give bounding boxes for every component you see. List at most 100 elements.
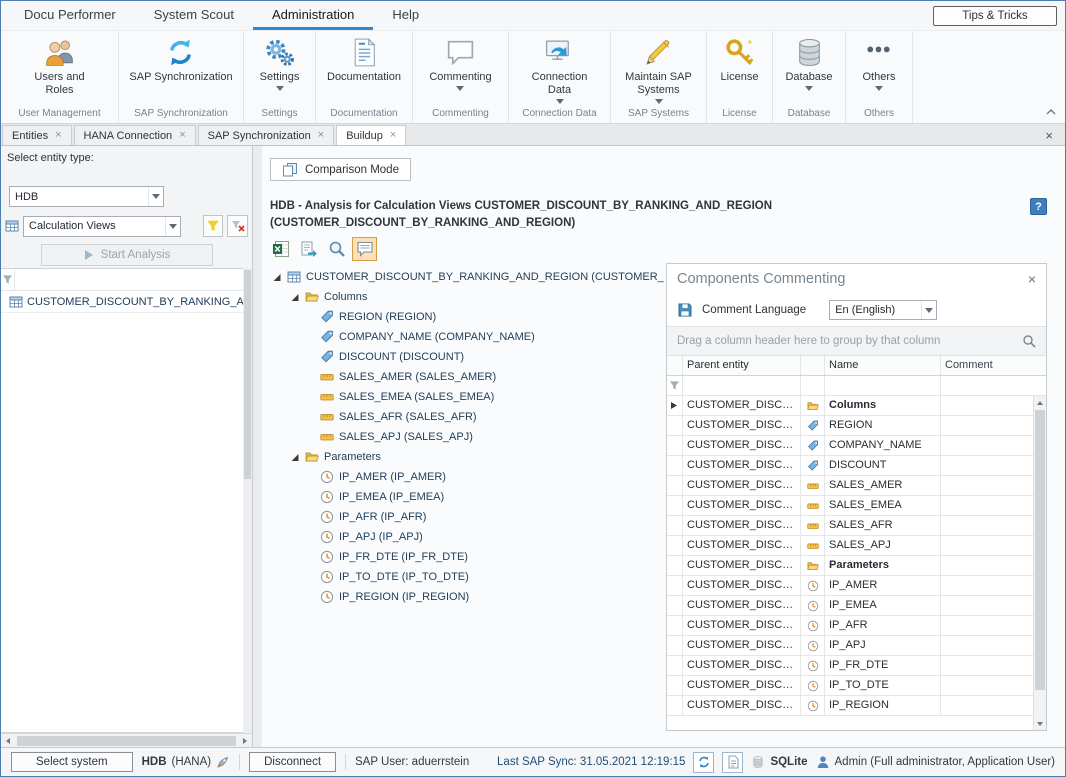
commenting-button[interactable]: Commenting bbox=[425, 34, 495, 107]
vscrollbar-thumb[interactable] bbox=[1035, 410, 1045, 690]
table-row[interactable]: CUSTOMER_DISCOUNT_BY_RANKING_AND_REGION … bbox=[667, 556, 1046, 576]
tree-item-sales-amer[interactable]: SALES_AMER (SALES_AMER) bbox=[268, 367, 664, 387]
table-row[interactable]: CUSTOMER_DISCOUNT_BY_RANKING_AND_REGION … bbox=[667, 676, 1046, 696]
users-and-roles-button[interactable]: Users and Roles bbox=[20, 34, 100, 107]
tab-hana-connection[interactable]: HANA Connection × bbox=[74, 125, 196, 145]
commenting-toggle-button[interactable] bbox=[352, 237, 377, 261]
vscrollbar-thumb[interactable] bbox=[244, 270, 251, 479]
collapse-ribbon-icon[interactable] bbox=[1044, 106, 1058, 118]
tab-buildup[interactable]: Buildup × bbox=[336, 125, 406, 145]
tab-close-icon[interactable]: × bbox=[179, 130, 185, 141]
comment-cell[interactable] bbox=[941, 656, 1046, 675]
table-row[interactable]: CUSTOMER_DISCOUNT_BY_RANKING_AND_REGION … bbox=[667, 416, 1046, 436]
table-vscrollbar[interactable] bbox=[1033, 396, 1046, 730]
tree-item-ip-apj[interactable]: IP_APJ (IP_APJ) bbox=[268, 527, 664, 547]
table-row[interactable]: CUSTOMER_DISCOUNT_BY_RANKING_AND_REGION … bbox=[667, 696, 1046, 716]
disconnect-button[interactable]: Disconnect bbox=[249, 752, 336, 772]
column-header-comment[interactable]: Comment bbox=[941, 356, 1046, 375]
entity-grid-filter-row[interactable] bbox=[1, 269, 243, 291]
maintain-sap-systems-button[interactable]: Maintain SAP Systems bbox=[615, 34, 703, 107]
comment-cell[interactable] bbox=[941, 616, 1046, 635]
table-row[interactable]: CUSTOMER_DISCOUNT_BY_RANKING_AND_REGION … bbox=[667, 476, 1046, 496]
table-row[interactable]: CUSTOMER_DISCOUNT_BY_RANKING_AND_REGION … bbox=[667, 516, 1046, 536]
hscrollbar-thumb[interactable] bbox=[17, 736, 236, 746]
system-select[interactable]: HDB bbox=[9, 186, 164, 207]
tree-item-region[interactable]: REGION (REGION) bbox=[268, 307, 664, 327]
entity-grid-vscrollbar[interactable] bbox=[243, 268, 252, 733]
documentation-button[interactable]: Documentation bbox=[323, 34, 405, 107]
start-analysis-button[interactable]: Start Analysis bbox=[41, 244, 213, 266]
tab-close-icon[interactable]: × bbox=[318, 130, 324, 141]
expander-expanded-icon[interactable] bbox=[272, 273, 282, 282]
filter-cell[interactable] bbox=[825, 376, 941, 395]
tabbar-close-icon[interactable]: × bbox=[1045, 129, 1053, 142]
tree-folder-columns[interactable]: Columns bbox=[268, 287, 664, 307]
settings-button[interactable]: Settings bbox=[256, 34, 304, 107]
menu-administration[interactable]: Administration bbox=[253, 1, 373, 30]
tree-item-discount[interactable]: DISCOUNT (DISCOUNT) bbox=[268, 347, 664, 367]
tree-item-sales-apj[interactable]: SALES_APJ (SALES_APJ) bbox=[268, 427, 664, 447]
filter-cell[interactable] bbox=[683, 376, 801, 395]
menu-help[interactable]: Help bbox=[373, 1, 438, 30]
export-button[interactable] bbox=[296, 237, 321, 261]
group-by-bar[interactable]: Drag a column header here to group by th… bbox=[667, 326, 1046, 356]
scroll-right-icon[interactable] bbox=[238, 734, 252, 748]
zoom-button[interactable] bbox=[324, 237, 349, 261]
tree-item-ip-fr-dte[interactable]: IP_FR_DTE (IP_FR_DTE) bbox=[268, 547, 664, 567]
table-row[interactable]: CUSTOMER_DISCOUNT_BY_RANKING_AND_REGION … bbox=[667, 616, 1046, 636]
scroll-left-icon[interactable] bbox=[1, 734, 15, 748]
comment-cell[interactable] bbox=[941, 516, 1046, 535]
tree-item-ip-afr[interactable]: IP_AFR (IP_AFR) bbox=[268, 507, 664, 527]
save-icon[interactable] bbox=[677, 302, 693, 318]
export-excel-button[interactable] bbox=[268, 237, 293, 261]
entity-row[interactable]: CUSTOMER_DISCOUNT_BY_RANKING_AND_REGION bbox=[1, 291, 243, 313]
table-row[interactable]: CUSTOMER_DISCOUNT_BY_RANKING_AND_REGION … bbox=[667, 576, 1046, 596]
table-row[interactable]: CUSTOMER_DISCOUNT_BY_RANKING_AND_REGION … bbox=[667, 496, 1046, 516]
table-row[interactable]: CUSTOMER_DISCOUNT_BY_RANKING_AND_REGION … bbox=[667, 396, 1046, 416]
table-filter-row[interactable] bbox=[667, 376, 1046, 396]
tree-item-ip-region[interactable]: IP_REGION (IP_REGION) bbox=[268, 587, 664, 607]
tab-sap-synchronization[interactable]: SAP Synchronization × bbox=[198, 125, 335, 145]
entity-type-select[interactable]: Calculation Views bbox=[23, 216, 181, 237]
table-row[interactable]: CUSTOMER_DISCOUNT_BY_RANKING_AND_REGION … bbox=[667, 596, 1046, 616]
entity-grid-hscrollbar[interactable] bbox=[1, 733, 252, 747]
table-row[interactable]: CUSTOMER_DISCOUNT_BY_RANKING_AND_REGION … bbox=[667, 636, 1046, 656]
select-system-button[interactable]: Select system bbox=[11, 752, 133, 772]
sync-log-button[interactable] bbox=[722, 752, 743, 773]
column-header-name[interactable]: Name bbox=[825, 356, 941, 375]
help-button[interactable]: ? bbox=[1030, 198, 1047, 215]
connection-data-button[interactable]: Connection Data bbox=[520, 34, 600, 107]
tree-item-sales-afr[interactable]: SALES_AFR (SALES_AFR) bbox=[268, 407, 664, 427]
tree-item-sales-emea[interactable]: SALES_EMEA (SALES_EMEA) bbox=[268, 387, 664, 407]
expander-expanded-icon[interactable] bbox=[290, 293, 300, 302]
comment-cell[interactable] bbox=[941, 496, 1046, 515]
others-button[interactable]: Others bbox=[858, 34, 899, 107]
comment-cell[interactable] bbox=[941, 396, 1046, 415]
comment-cell[interactable] bbox=[941, 596, 1046, 615]
menu-system-scout[interactable]: System Scout bbox=[135, 1, 253, 30]
tab-close-icon[interactable]: × bbox=[55, 130, 61, 141]
scroll-up-icon[interactable] bbox=[1034, 396, 1046, 409]
table-row[interactable]: CUSTOMER_DISCOUNT_BY_RANKING_AND_REGION … bbox=[667, 536, 1046, 556]
tree-folder-parameters[interactable]: Parameters bbox=[268, 447, 664, 467]
comment-language-select[interactable]: En (English) bbox=[829, 300, 937, 320]
comment-cell[interactable] bbox=[941, 416, 1046, 435]
comment-cell[interactable] bbox=[941, 436, 1046, 455]
tree-item-ip-amer[interactable]: IP_AMER (IP_AMER) bbox=[268, 467, 664, 487]
panel-close-icon[interactable]: × bbox=[1028, 272, 1036, 286]
tips-tricks-button[interactable]: Tips & Tricks bbox=[933, 6, 1057, 26]
comment-cell[interactable] bbox=[941, 476, 1046, 495]
search-icon[interactable] bbox=[1022, 334, 1036, 348]
tree-root[interactable]: CUSTOMER_DISCOUNT_BY_RANKING_AND_REGION … bbox=[268, 267, 664, 287]
sap-synchronization-button[interactable]: SAP Synchronization bbox=[125, 34, 236, 107]
comment-cell[interactable] bbox=[941, 536, 1046, 555]
license-button[interactable]: License bbox=[717, 34, 763, 107]
filter-cell[interactable] bbox=[941, 376, 1046, 395]
comment-cell[interactable] bbox=[941, 636, 1046, 655]
tree-item-ip-to-dte[interactable]: IP_TO_DTE (IP_TO_DTE) bbox=[268, 567, 664, 587]
refresh-sync-button[interactable] bbox=[693, 752, 714, 773]
table-row[interactable]: CUSTOMER_DISCOUNT_BY_RANKING_AND_REGION … bbox=[667, 436, 1046, 456]
table-row[interactable]: CUSTOMER_DISCOUNT_BY_RANKING_AND_REGION … bbox=[667, 656, 1046, 676]
apply-filter-button[interactable] bbox=[203, 215, 224, 237]
expander-expanded-icon[interactable] bbox=[290, 453, 300, 462]
